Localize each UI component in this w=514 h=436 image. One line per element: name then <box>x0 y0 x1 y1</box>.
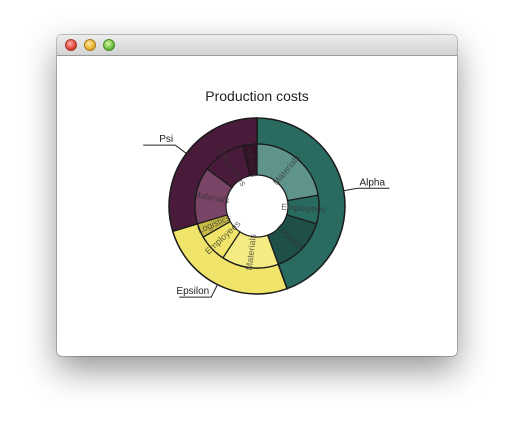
callout-line-psi <box>143 144 187 154</box>
zoom-window-button[interactable] <box>103 39 115 51</box>
minimize-window-button[interactable] <box>84 39 96 51</box>
donut-breakdown-chart: Production costs MaterialsEmployeesLogis… <box>143 88 390 298</box>
app-window: Production costs Materials Employees Logis… <box>57 35 457 356</box>
callout-line-alpha <box>343 187 390 192</box>
title-bar <box>57 35 457 56</box>
series-label-epsilon: Epsilon <box>176 286 209 297</box>
series-label-alpha: Alpha <box>359 177 385 188</box>
chart-title: Production costs <box>205 88 309 104</box>
close-window-button[interactable] <box>65 39 77 51</box>
series-label-psi: Psi <box>159 134 173 145</box>
